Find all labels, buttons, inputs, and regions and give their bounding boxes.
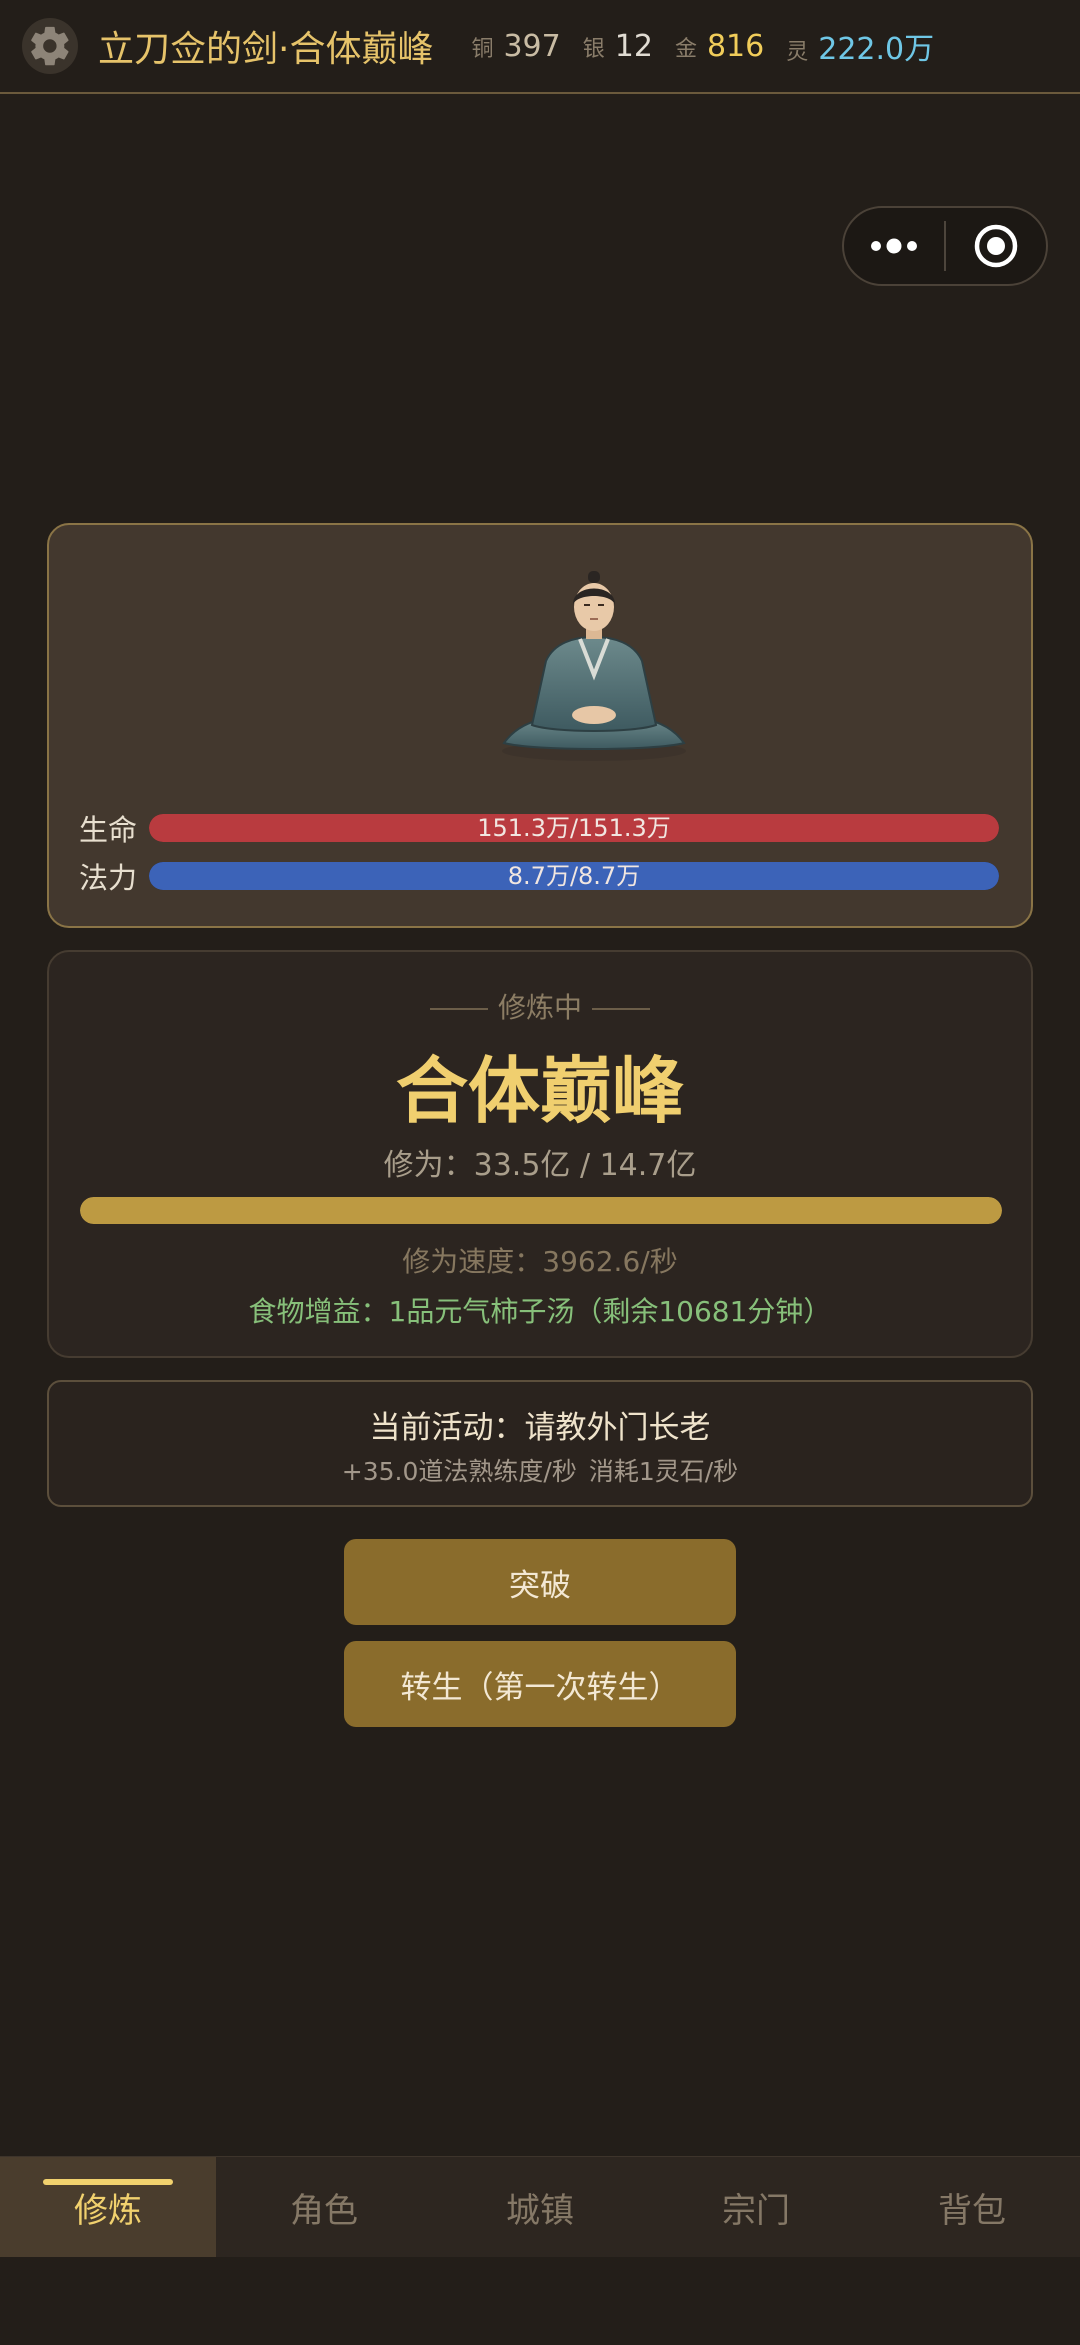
currency-value: 816 xyxy=(706,28,765,64)
app-page: 立刀佥的剑·合体巅峰 铜 397 银 12 金 816 灵 222.0万 生命 … xyxy=(0,0,1080,2345)
status-dash-left xyxy=(429,1008,488,1010)
breakthrough-button[interactable]: 突破 xyxy=(344,1539,736,1625)
nav-tab-sect[interactable]: 宗门 xyxy=(648,2157,864,2257)
mp-label: 法力 xyxy=(79,861,138,895)
character-avatar xyxy=(502,571,686,761)
currency-value: 222.0万 xyxy=(818,32,935,67)
nav-tab-town[interactable]: 城镇 xyxy=(432,2157,648,2257)
status-text: 修炼中 xyxy=(497,991,582,1024)
realm-title: 合体巅峰 xyxy=(395,1049,684,1133)
nav-tab-label: 角色 xyxy=(290,2190,358,2231)
currency-silver: 银 12 xyxy=(583,29,653,64)
currency-value: 397 xyxy=(503,28,561,64)
current-activity-panel: 当前活动：请教外门长老 +35.0道法熟练度/秒 消耗1灵石/秒 xyxy=(47,1380,1033,1507)
currency-value: 12 xyxy=(614,28,653,64)
top-bar: 立刀佥的剑·合体巅峰 铜 397 银 12 金 816 灵 222.0万 xyxy=(0,0,1080,94)
nav-tab-label: 修炼 xyxy=(74,2190,142,2231)
currency-label: 灵 xyxy=(786,40,809,65)
nav-tab-backpack[interactable]: 背包 xyxy=(864,2157,1080,2257)
gear-icon[interactable] xyxy=(22,18,78,74)
food-buff: 食物增益：1品元气柿子汤（剩余10681分钟） xyxy=(248,1295,832,1328)
nav-tab-label: 背包 xyxy=(938,2190,1006,2231)
activity-details: +35.0道法熟练度/秒 消耗1灵石/秒 xyxy=(49,1452,1031,1488)
currency-copper: 铜 397 xyxy=(471,29,560,64)
currency-label: 银 xyxy=(582,36,605,62)
rebirth-button[interactable]: 转生（第一次转生） xyxy=(344,1641,736,1727)
close-target-icon[interactable] xyxy=(946,208,1046,284)
cultivation-progress-fill xyxy=(80,1197,1002,1224)
currency-label: 铜 xyxy=(471,36,494,62)
hp-row: 生命 151.3万/151.3万 xyxy=(79,813,1009,847)
mp-value: 8.7万/8.7万 xyxy=(507,862,641,890)
mp-row: 法力 8.7万/8.7万 xyxy=(79,861,1009,895)
cultivation-progress-bar xyxy=(80,1197,1002,1224)
nav-tab-cultivate[interactable]: 修炼 xyxy=(0,2157,216,2257)
hp-bar: 151.3万/151.3万 xyxy=(149,814,999,842)
cultivation-speed: 修为速度：3962.6/秒 xyxy=(402,1245,678,1278)
miniprogram-capsule xyxy=(842,206,1048,286)
activity-cost: 消耗1灵石/秒 xyxy=(588,1457,739,1486)
cultivation-progress-text: 修为：33.5亿 / 14.7亿 xyxy=(383,1148,697,1183)
currency-spirit-stone: 灵 222.0万 xyxy=(786,24,934,68)
more-options-icon[interactable] xyxy=(844,208,944,284)
bottom-nav: 修炼 角色 城镇 宗门 背包 xyxy=(0,2156,1080,2257)
cultivation-panel: 修炼中 合体巅峰 修为：33.5亿 / 14.7亿 修为速度：3962.6/秒 … xyxy=(47,950,1033,1358)
character-panel: 生命 151.3万/151.3万 法力 8.7万/8.7万 xyxy=(47,523,1033,928)
status-dash-right xyxy=(592,1008,650,1010)
active-tab-indicator xyxy=(43,2179,173,2185)
page-title: 立刀佥的剑·合体巅峰 xyxy=(98,29,434,70)
activity-gain: +35.0道法熟练度/秒 xyxy=(341,1457,577,1486)
nav-tab-label: 宗门 xyxy=(722,2190,790,2231)
nav-tab-label: 城镇 xyxy=(506,2190,574,2231)
currency-gold: 金 816 xyxy=(675,29,764,64)
nav-tab-character[interactable]: 角色 xyxy=(216,2157,432,2257)
hp-label: 生命 xyxy=(79,813,138,847)
mp-bar: 8.7万/8.7万 xyxy=(149,862,999,890)
currency-label: 金 xyxy=(674,36,697,62)
activity-title: 当前活动：请教外门长老 xyxy=(369,1410,711,1446)
hp-value: 151.3万/151.3万 xyxy=(477,814,671,842)
cultivation-status: 修炼中 xyxy=(49,986,1031,1026)
